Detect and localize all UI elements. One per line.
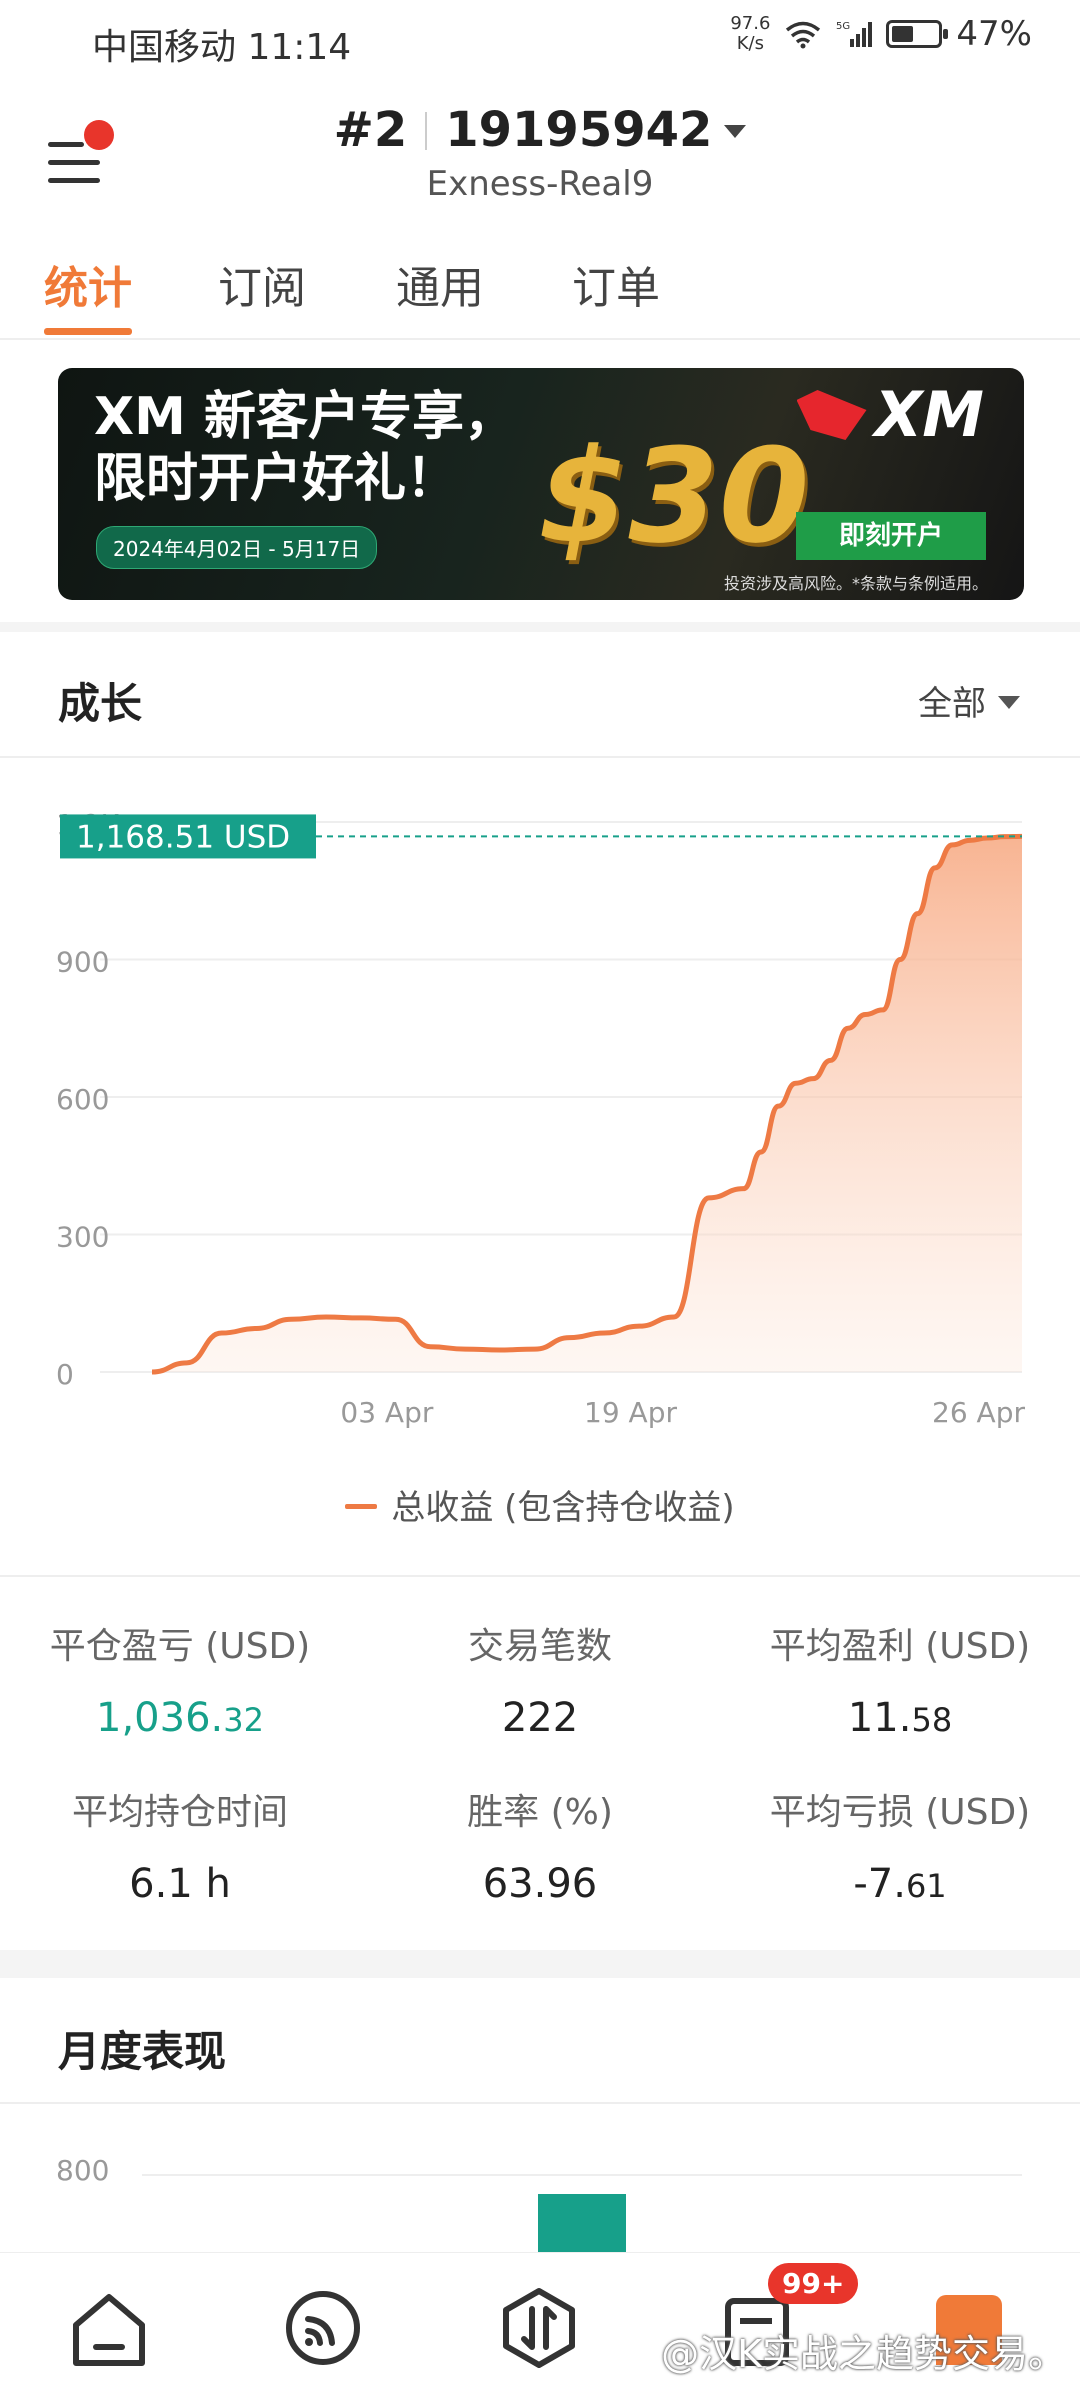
chart-legend: 总收益 (包含持仓收益): [0, 1480, 1080, 1529]
watermark-text: @汉K实战之趋势交易。: [661, 2332, 1066, 2376]
home-icon[interactable]: [64, 2283, 154, 2373]
monthly-title: 月度表现: [58, 2027, 227, 2076]
stat-avg-loss: 平均亏损 (USD) -7.61: [720, 1783, 1080, 1907]
divider: [0, 1950, 1080, 1978]
stat-win-rate: 胜率 (%) 63.96: [360, 1783, 720, 1907]
account-selector[interactable]: #2 19195942: [0, 102, 1080, 158]
tab-subscribe[interactable]: 订阅: [218, 252, 306, 316]
stat-label: 胜率 (%): [467, 1792, 613, 1833]
status-bar: 中国移动 11:14 97.6 K/s 5G 47%: [0, 0, 1080, 80]
stat-avg-profit: 平均盈利 (USD) 11.58: [720, 1617, 1080, 1741]
banner-title-line2: 限时开户好礼！: [94, 449, 459, 509]
xm-logo: XM: [796, 378, 985, 451]
wifi-icon: [786, 21, 821, 49]
stat-value-main: 6.1 h: [129, 1861, 231, 1907]
promo-banner[interactable]: XM 新客户专享， 限时开户好礼！ 2024年4月02日 - 5月17日 $30…: [58, 368, 1024, 600]
x-tick-label: 19 Apr: [584, 1396, 677, 1429]
y-tick-label: 300: [56, 1221, 109, 1254]
legend-swatch: [345, 1504, 378, 1509]
tab-general[interactable]: 通用: [396, 252, 484, 316]
tab-orders[interactable]: 订单: [572, 252, 660, 316]
battery-level: [892, 26, 914, 42]
stat-value: 11.58: [720, 1695, 1080, 1741]
x-tick-label: 03 Apr: [340, 1396, 433, 1429]
stat-value: 63.96: [360, 1861, 720, 1907]
account-server: Exness-Real9: [426, 164, 654, 204]
network-speed: 97.6 K/s: [730, 13, 771, 54]
stat-value: 1,036.32: [0, 1695, 360, 1741]
signals-icon[interactable]: [278, 2283, 368, 2373]
stat-value-decimal: 61: [905, 1867, 947, 1905]
separator: [425, 112, 428, 150]
divider: [0, 622, 1080, 632]
stat-label: 交易笔数: [467, 1626, 612, 1667]
xm-logo-mark-icon: [796, 390, 867, 440]
battery-percent: 47%: [956, 14, 1032, 54]
banner-title: XM 新客户专享， 限时开户好礼！: [94, 386, 516, 510]
stat-value-main: 11.: [847, 1695, 912, 1741]
stat-label: 平均持仓时间: [71, 1792, 288, 1833]
range-dropdown[interactable]: 全部: [918, 676, 1020, 725]
active-tab-indicator: [44, 328, 132, 335]
carrier-time: 中国移动 11:14: [92, 27, 352, 68]
stats-grid: 平仓盈亏 (USD) 1,036.32 交易笔数 222 平均盈利 (USD) 11.58…: [0, 1575, 1080, 1957]
stat-closed-pnl: 平仓盈亏 (USD) 1,036.32: [0, 1617, 360, 1741]
legend-label: 总收益 (包含持仓收益): [391, 1488, 735, 1528]
stat-avg-hold-time: 平均持仓时间 6.1 h: [0, 1783, 360, 1907]
battery-icon: [886, 20, 949, 48]
banner-title-line1: XM 新客户专享，: [94, 387, 516, 447]
growth-header: 成长 全部: [0, 632, 1080, 758]
stat-label: 平仓盈亏 (USD): [49, 1626, 311, 1667]
stat-value-main: 222: [501, 1695, 579, 1741]
xm-logo-text: XM: [874, 378, 985, 451]
y-tick-label: 0: [56, 1358, 74, 1391]
caret-down-icon: [998, 696, 1020, 709]
bottom-nav: 99+ @汉K实战之趋势交易。: [0, 2252, 1080, 2401]
tab-bar: 统计 订阅 通用 订单: [0, 230, 1080, 340]
x-tick-label: 26 Apr: [932, 1396, 1025, 1429]
notification-badge: 99+: [768, 2263, 859, 2304]
banner-amount: $30: [538, 420, 810, 572]
stat-value: 6.1 h: [0, 1861, 360, 1907]
caret-down-icon: [724, 125, 747, 138]
monthly-gridline: [142, 2174, 1022, 2176]
banner-dates: 2024年4月02日 - 5月17日: [96, 526, 378, 569]
y-tick-label: 900: [56, 946, 109, 979]
growth-chart-svg: 03006009001.2K03 Apr19 Apr26 Apr1,168.51…: [56, 808, 1025, 1429]
account-rank: #2: [333, 102, 408, 158]
open-account-button[interactable]: 即刻开户: [796, 512, 986, 560]
stat-value-main: -7.: [853, 1861, 906, 1907]
app-header: #2 19195942 Exness-Real9: [0, 80, 1080, 230]
stat-value-decimal: 32: [223, 1701, 264, 1739]
monthly-chart: 800: [0, 2102, 1080, 2254]
stat-value-main: 1,036.: [96, 1695, 224, 1741]
svg-text:5G: 5G: [836, 21, 850, 32]
status-icons: 97.6 K/s 5G 47%: [730, 13, 1032, 55]
stat-value-decimal: 58: [911, 1701, 953, 1739]
range-value: 全部: [918, 684, 986, 724]
stat-label: 平均盈利 (USD): [769, 1626, 1031, 1667]
stat-value: -7.61: [720, 1861, 1080, 1907]
monthly-bar: [538, 2194, 626, 2254]
trade-icon[interactable]: [494, 2283, 584, 2373]
banner-disclaimer: 投资涉及高风险。*条款与条例适用。: [723, 574, 988, 593]
stat-label: 平均亏损 (USD): [769, 1792, 1031, 1833]
y-tick-label: 600: [56, 1083, 109, 1116]
stat-value-main: 63.96: [482, 1861, 598, 1907]
account-number: 19195942: [445, 102, 713, 158]
signal-icon: 5G: [836, 21, 873, 47]
tab-stats[interactable]: 统计: [44, 252, 132, 316]
series-area: [152, 836, 1022, 1372]
monthly-y-tick: 800: [56, 2154, 110, 2187]
stat-value: 222: [360, 1695, 720, 1741]
current-value-label: 1,168.51 USD: [76, 819, 290, 855]
growth-chart: 03006009001.2K03 Apr19 Apr26 Apr1,168.51…: [0, 760, 1080, 1528]
growth-title: 成长: [58, 679, 143, 728]
stat-trade-count: 交易笔数 222: [360, 1617, 720, 1741]
